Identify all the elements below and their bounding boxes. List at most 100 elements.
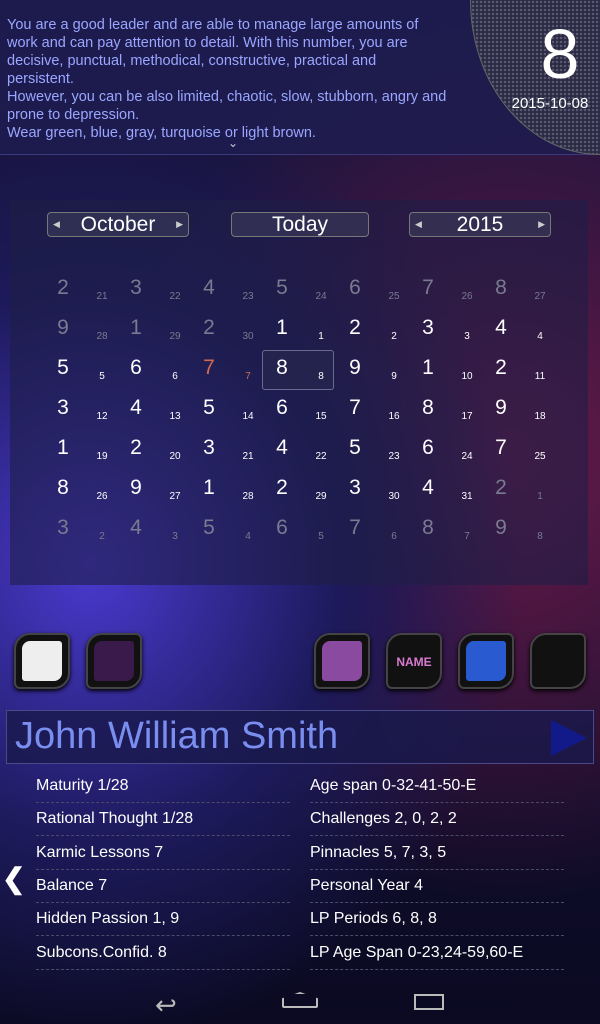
month-label: October: [80, 213, 156, 236]
day-number-value[interactable]: 2: [335, 316, 375, 340]
description-line: decisive, punctual, methodical, construc…: [7, 53, 377, 69]
next-month-icon[interactable]: ▶: [176, 213, 183, 236]
day-number: 8: [540, 15, 580, 93]
day-number-value[interactable]: 8: [481, 276, 521, 300]
day-number-value[interactable]: 3: [116, 276, 156, 300]
name-bar[interactable]: John William Smith: [6, 710, 594, 764]
recents-nav-icon[interactable]: [414, 994, 444, 1010]
back-chevron-icon[interactable]: ❮: [2, 862, 25, 895]
day-of-month[interactable]: 4: [520, 331, 560, 342]
report-icon-image: [22, 641, 62, 681]
day-number-value[interactable]: 9: [43, 316, 83, 340]
day-number-value[interactable]: 7: [335, 516, 375, 540]
day-number-value[interactable]: 1: [262, 316, 302, 340]
day-number-value[interactable]: 9: [481, 516, 521, 540]
day-number-value[interactable]: 3: [408, 316, 448, 340]
day-number-value[interactable]: 7: [335, 396, 375, 420]
head-icon[interactable]: [458, 633, 514, 689]
day-number-value[interactable]: 8: [262, 356, 302, 380]
next-year-icon[interactable]: ▶: [538, 213, 545, 236]
detail-item: Balance 7: [36, 870, 290, 903]
day-number-value[interactable]: 7: [408, 276, 448, 300]
day-of-month[interactable]: 11: [520, 371, 560, 382]
day-number-value[interactable]: 2: [189, 316, 229, 340]
day-number-value[interactable]: 5: [335, 436, 375, 460]
back-nav-icon[interactable]: ↩: [155, 990, 177, 1021]
day-of-month[interactable]: 18: [520, 411, 560, 422]
day-number-value[interactable]: 5: [189, 396, 229, 420]
day-of-month[interactable]: 27: [520, 291, 560, 302]
day-number-value[interactable]: 6: [116, 356, 156, 380]
day-number-value[interactable]: 1: [408, 356, 448, 380]
detail-item: Maturity 1/28: [36, 770, 290, 803]
day-number-value[interactable]: 2: [116, 436, 156, 460]
day-number-value[interactable]: 7: [481, 436, 521, 460]
play-arrow-icon[interactable]: [551, 720, 587, 756]
day-number-value[interactable]: 6: [262, 396, 302, 420]
day-number-value[interactable]: 6: [262, 516, 302, 540]
day-number-value[interactable]: 5: [189, 516, 229, 540]
expand-chevron-icon[interactable]: ⌄: [228, 136, 238, 150]
report-icon[interactable]: [14, 633, 70, 689]
day-number-value[interactable]: 4: [116, 516, 156, 540]
day-number-value[interactable]: 8: [43, 476, 83, 500]
description-line: prone to depression.: [7, 107, 140, 123]
name-icon[interactable]: NAME: [386, 633, 442, 689]
day-number-value[interactable]: 3: [43, 516, 83, 540]
day-number-value[interactable]: 3: [335, 476, 375, 500]
description-line: Wear green, blue, gray, turquoise or lig…: [7, 125, 316, 141]
day-number-value[interactable]: 9: [116, 476, 156, 500]
day-of-month[interactable]: 25: [520, 451, 560, 462]
day-number-value[interactable]: 8: [408, 396, 448, 420]
day-number-value[interactable]: 4: [116, 396, 156, 420]
day-number-value[interactable]: 4: [481, 316, 521, 340]
day-number-value[interactable]: 8: [408, 516, 448, 540]
description-line: persistent.: [7, 71, 74, 87]
day-number-value[interactable]: 5: [43, 356, 83, 380]
day-number-value[interactable]: 6: [408, 436, 448, 460]
day-number-value[interactable]: 5: [262, 276, 302, 300]
day-number-value[interactable]: 9: [335, 356, 375, 380]
day-number-value[interactable]: 2: [43, 276, 83, 300]
description-line: work and can pay attention to detail. Wi…: [7, 35, 408, 51]
numbers-icon[interactable]: [314, 633, 370, 689]
star-icon-image: [94, 641, 134, 681]
day-number-value[interactable]: 6: [335, 276, 375, 300]
star-icon[interactable]: [86, 633, 142, 689]
detail-item: Subcons.Confid. 8: [36, 937, 290, 970]
day-number-value[interactable]: 1: [189, 476, 229, 500]
day-number-value[interactable]: 7: [189, 356, 229, 380]
day-number-value[interactable]: 1: [43, 436, 83, 460]
day-of-month[interactable]: 1: [520, 491, 560, 502]
description-line: However, you can be also limited, chaoti…: [7, 89, 447, 105]
day-number-value[interactable]: 4: [189, 276, 229, 300]
detail-item: LP Periods 6, 8, 8: [310, 903, 564, 937]
month-selector[interactable]: ◀ October ▶: [47, 212, 189, 237]
day-number-value[interactable]: 4: [262, 436, 302, 460]
detail-item: Personal Year 4: [310, 870, 564, 903]
day-of-month[interactable]: 8: [520, 531, 560, 542]
prev-year-icon[interactable]: ◀: [415, 213, 422, 236]
day-number-value[interactable]: 2: [481, 356, 521, 380]
year-selector[interactable]: ◀ 2015 ▶: [409, 212, 551, 237]
selected-date: 2015-10-08: [511, 95, 589, 112]
number-description: You are a good leader and are able to ma…: [7, 16, 477, 141]
detail-item: Age span 0-32-41-50-E: [310, 770, 564, 803]
name-icon-label: NAME: [394, 641, 434, 681]
calendar-icon-image: [538, 641, 578, 681]
today-button[interactable]: Today: [231, 212, 369, 237]
day-number-value[interactable]: 3: [189, 436, 229, 460]
calendar-icon[interactable]: [530, 633, 586, 689]
day-number-value[interactable]: 3: [43, 396, 83, 420]
prev-month-icon[interactable]: ◀: [53, 213, 60, 236]
detail-item: LP Age Span 0-23,24-59,60-E: [310, 937, 564, 970]
year-label: 2015: [456, 213, 504, 236]
day-number-value[interactable]: 1: [116, 316, 156, 340]
day-number-value[interactable]: 9: [481, 396, 521, 420]
day-number-value[interactable]: 2: [262, 476, 302, 500]
day-number-value[interactable]: 2: [481, 476, 521, 500]
day-number-value[interactable]: 4: [408, 476, 448, 500]
home-nav-icon[interactable]: [282, 992, 318, 1008]
detail-item: Rational Thought 1/28: [36, 803, 290, 837]
detail-item: Hidden Passion 1, 9: [36, 903, 290, 937]
